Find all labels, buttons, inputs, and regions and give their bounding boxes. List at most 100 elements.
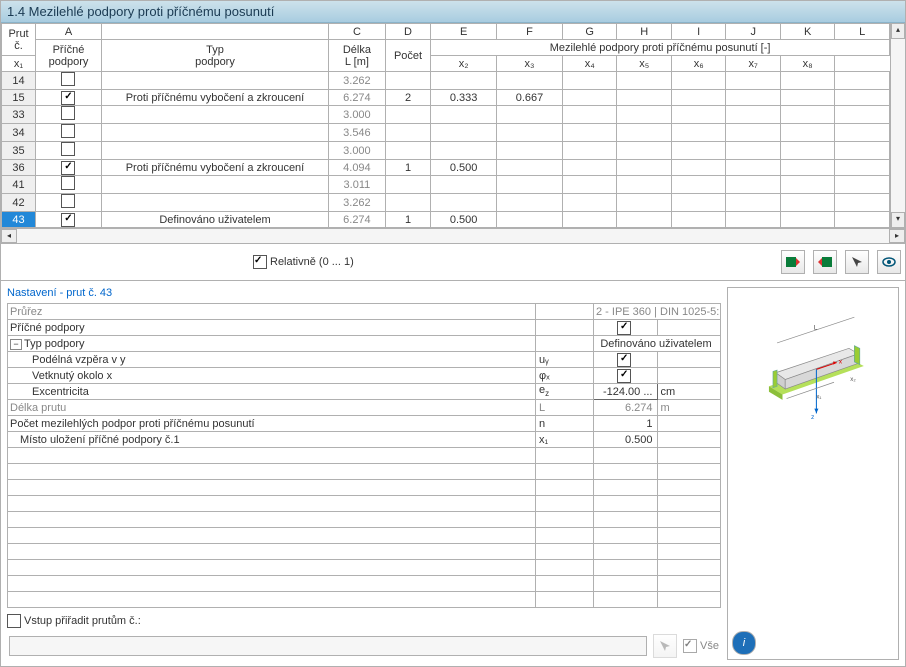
vstup-checkbox[interactable]: Vstup přiřadit prutům č.: (7, 614, 721, 628)
checkbox-icon[interactable] (61, 91, 75, 105)
table-row[interactable]: 343.546 (2, 124, 890, 142)
x1-cell[interactable]: 0.333 (431, 90, 497, 106)
x-cell[interactable] (835, 160, 890, 176)
typ-value[interactable]: Definováno uživatelem (594, 336, 721, 352)
x-cell[interactable] (671, 124, 726, 142)
table-row[interactable]: 43Definováno uživatelem6.27410.500 (2, 212, 890, 228)
col-E[interactable]: E (431, 24, 497, 40)
x-cell[interactable] (726, 142, 781, 160)
x-cell[interactable] (726, 124, 781, 142)
x-cell[interactable] (726, 106, 781, 124)
table-row[interactable]: 36Proti příčnému vybočení a zkroucení4.0… (2, 160, 890, 176)
col-J[interactable]: J (726, 24, 781, 40)
x2-cell[interactable] (497, 72, 563, 90)
checkbox-icon[interactable] (61, 72, 75, 86)
x-cell[interactable] (562, 212, 617, 228)
x-cell[interactable] (562, 194, 617, 212)
x-cell[interactable] (671, 212, 726, 228)
scroll-right-icon[interactable]: ▸ (889, 229, 905, 243)
x-cell[interactable] (835, 72, 890, 90)
table-row[interactable]: 423.262 (2, 194, 890, 212)
col-prut[interactable]: Prutč. (2, 24, 36, 56)
count-cell[interactable] (385, 176, 430, 194)
x-cell[interactable] (671, 194, 726, 212)
row-number[interactable]: 35 (2, 142, 36, 160)
col-C[interactable]: C (329, 24, 386, 40)
row-number[interactable]: 41 (2, 176, 36, 194)
x1-cell[interactable] (431, 194, 497, 212)
x2-cell[interactable] (497, 106, 563, 124)
table-row[interactable]: 413.011 (2, 176, 890, 194)
x-cell[interactable] (835, 194, 890, 212)
pricne-value[interactable] (594, 320, 658, 336)
x-cell[interactable] (617, 72, 672, 90)
x-cell[interactable] (671, 160, 726, 176)
scroll-up-icon[interactable]: ▴ (891, 23, 905, 39)
x-cell[interactable] (671, 142, 726, 160)
row-number[interactable]: 36 (2, 160, 36, 176)
pick-member-small-button[interactable] (653, 634, 677, 658)
row-number[interactable]: 15 (2, 90, 36, 106)
x-cell[interactable] (562, 72, 617, 90)
pricne-checkbox-cell[interactable] (36, 194, 102, 212)
x-cell[interactable] (671, 176, 726, 194)
x-cell[interactable] (726, 160, 781, 176)
vertical-scrollbar[interactable]: ▴ ▾ (890, 23, 905, 228)
checkbox-icon[interactable] (61, 194, 75, 208)
x-cell[interactable] (562, 142, 617, 160)
x-cell[interactable] (617, 212, 672, 228)
row-number[interactable]: 34 (2, 124, 36, 142)
checkbox-icon[interactable] (683, 639, 697, 653)
count-cell[interactable] (385, 194, 430, 212)
x1-cell[interactable] (431, 72, 497, 90)
x-cell[interactable] (671, 90, 726, 106)
x-cell[interactable] (780, 176, 835, 194)
x1-cell[interactable]: 0.500 (431, 160, 497, 176)
info-button[interactable]: i (732, 631, 756, 655)
x-cell[interactable] (726, 194, 781, 212)
col-F[interactable]: F (497, 24, 563, 40)
row-number[interactable]: 33 (2, 106, 36, 124)
x-cell[interactable] (780, 194, 835, 212)
member-list-input[interactable] (9, 636, 647, 656)
x-cell[interactable] (562, 90, 617, 106)
x1-cell[interactable]: 0.500 (431, 212, 497, 228)
x-cell[interactable] (562, 160, 617, 176)
typ-cell[interactable] (101, 176, 328, 194)
pocet-value[interactable]: 1 (594, 416, 658, 432)
typ-cell[interactable]: Proti příčnému vybočení a zkroucení (101, 160, 328, 176)
pricne-checkbox-cell[interactable] (36, 72, 102, 90)
x2-cell[interactable] (497, 160, 563, 176)
table-row[interactable]: 353.000 (2, 142, 890, 160)
col-K[interactable]: K (780, 24, 835, 40)
checkbox-icon[interactable] (61, 176, 75, 190)
x-cell[interactable] (617, 106, 672, 124)
x2-cell[interactable] (497, 142, 563, 160)
checkbox-icon[interactable] (61, 124, 75, 138)
row-number[interactable]: 42 (2, 194, 36, 212)
checkbox-icon[interactable] (61, 142, 75, 156)
property-table[interactable]: Průřez 2 - IPE 360 | DIN 1025-5:1994 Pří… (7, 303, 721, 608)
count-cell[interactable] (385, 106, 430, 124)
pricne-checkbox-cell[interactable] (36, 142, 102, 160)
count-cell[interactable]: 1 (385, 160, 430, 176)
checkbox-icon[interactable] (617, 321, 631, 335)
typ-cell[interactable] (101, 142, 328, 160)
x-cell[interactable] (617, 176, 672, 194)
horizontal-scrollbar[interactable]: ◂ ▸ (1, 228, 905, 243)
x-cell[interactable] (617, 160, 672, 176)
x2-cell[interactable] (497, 194, 563, 212)
podelna-value[interactable] (594, 352, 658, 368)
visibility-button[interactable] (877, 250, 901, 274)
x-cell[interactable] (835, 176, 890, 194)
typ-cell[interactable] (101, 194, 328, 212)
count-cell[interactable]: 1 (385, 212, 430, 228)
x-cell[interactable] (726, 212, 781, 228)
x-cell[interactable] (780, 212, 835, 228)
checkbox-icon[interactable] (617, 353, 631, 367)
x-cell[interactable] (562, 106, 617, 124)
scroll-track[interactable] (17, 229, 889, 243)
col-L[interactable]: L (835, 24, 890, 40)
x-cell[interactable] (617, 142, 672, 160)
exc-value[interactable]: -124.00 ... (594, 384, 658, 400)
